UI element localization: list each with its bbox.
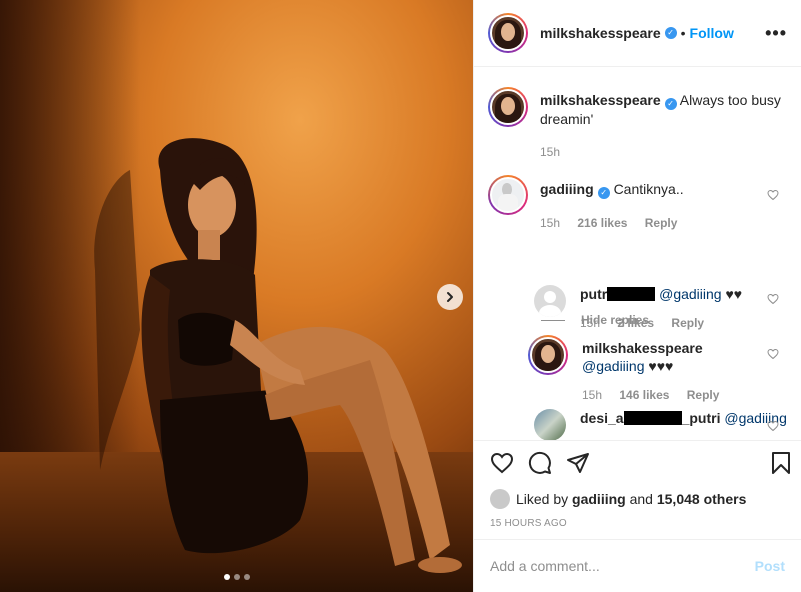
instagram-post: milkshakesspeare ✓ • Follow ••• milkshak… [0,0,801,592]
reply-username[interactable]: putr [580,286,607,302]
caption: milkshakesspeare ✓ Always too busy dreami… [488,87,790,159]
add-comment-bar: Post [474,539,801,592]
share-icon[interactable] [566,451,590,475]
comment-time: 15h [540,216,561,230]
reply-button[interactable]: Reply [687,388,720,402]
post-photo[interactable] [0,0,473,592]
carousel-dot [223,574,230,580]
reply-mention[interactable]: @gadiiing [659,286,721,302]
heart-icon[interactable] [490,451,514,475]
comment-text: Cantiknya.. [613,181,684,197]
reply-username[interactable]: milkshakesspeare [582,340,703,356]
verified-icon: ✓ [664,27,677,39]
redaction-bar [607,287,656,301]
header-separator: • [680,25,686,41]
reply-button[interactable]: Reply [671,316,704,330]
more-icon[interactable]: ••• [765,23,787,44]
caption-time: 15h [540,145,561,159]
reply-time: 15h [580,316,601,330]
reply-item: putr @gadiiing ♥♥ 15h 2 likes Reply [534,285,780,330]
carousel-dot [243,574,250,580]
chevron-right-icon [447,292,453,302]
reply-username[interactable]: desi_a [580,410,624,426]
bookmark-icon[interactable] [769,451,793,478]
post-timestamp: 15 HOURS AGO [490,518,567,529]
reply-button[interactable]: Reply [645,216,678,230]
verified-icon: ✓ [597,187,610,199]
post-side-panel: milkshakesspeare ✓ • Follow ••• milkshak… [473,0,801,592]
carousel-dots [0,574,473,580]
heart-icon[interactable] [767,189,779,201]
reply-likes[interactable]: 146 likes [619,388,669,402]
next-photo-button[interactable] [437,284,463,310]
verified-icon: ✓ [664,98,677,110]
likes-prefix: Liked by [516,491,569,507]
commenter-avatar[interactable] [488,175,528,215]
reply-avatar[interactable] [534,409,566,440]
reply-username-suffix[interactable]: _putri [682,410,721,426]
heart-icon[interactable] [767,348,779,360]
caption-username[interactable]: milkshakesspeare [540,92,661,108]
reply-item: milkshakesspeare @gadiiing ♥♥♥ 15h 146 l… [528,335,782,402]
author-username[interactable]: milkshakesspeare [540,25,661,41]
post-button[interactable]: Post [755,558,785,574]
follow-button[interactable]: Follow [690,25,734,41]
photo-subject [94,138,462,573]
liker-avatar[interactable] [490,489,510,509]
reply-item: desi_a _putri @gadiiing [534,409,790,440]
comment-icon[interactable] [528,451,552,475]
comment-item: gadiiing ✓ Cantiknya.. 15h 216 likes Repl… [488,175,780,230]
comments-list[interactable]: milkshakesspeare ✓ Always too busy dreami… [474,67,801,440]
heart-icon[interactable] [767,293,779,305]
reply-likes[interactable]: 2 likes [617,316,654,330]
carousel-dot [233,574,240,580]
likes-count[interactable]: 15,048 others [657,491,747,507]
reply-avatar[interactable] [528,335,568,375]
action-bar [474,440,801,484]
author-avatar[interactable] [488,13,528,53]
reply-time: 15h [582,388,603,402]
comment-likes[interactable]: 216 likes [577,216,627,230]
likes-and: and [629,491,653,507]
reply-avatar[interactable] [534,285,566,317]
reply-text: ♥♥♥ [648,358,674,374]
heart-icon[interactable] [767,420,779,432]
comment-input[interactable] [490,558,755,574]
post-header: milkshakesspeare ✓ • Follow ••• [474,0,801,67]
liker-username[interactable]: gadiiing [572,491,626,507]
comment-username[interactable]: gadiiing [540,181,594,197]
redaction-bar [623,411,682,425]
caption-avatar[interactable] [488,87,528,127]
reply-text: ♥♥ [725,286,743,302]
likes-summary: Liked by gadiiing and 15,048 others [474,484,801,514]
reply-mention[interactable]: @gadiiing [582,358,644,374]
